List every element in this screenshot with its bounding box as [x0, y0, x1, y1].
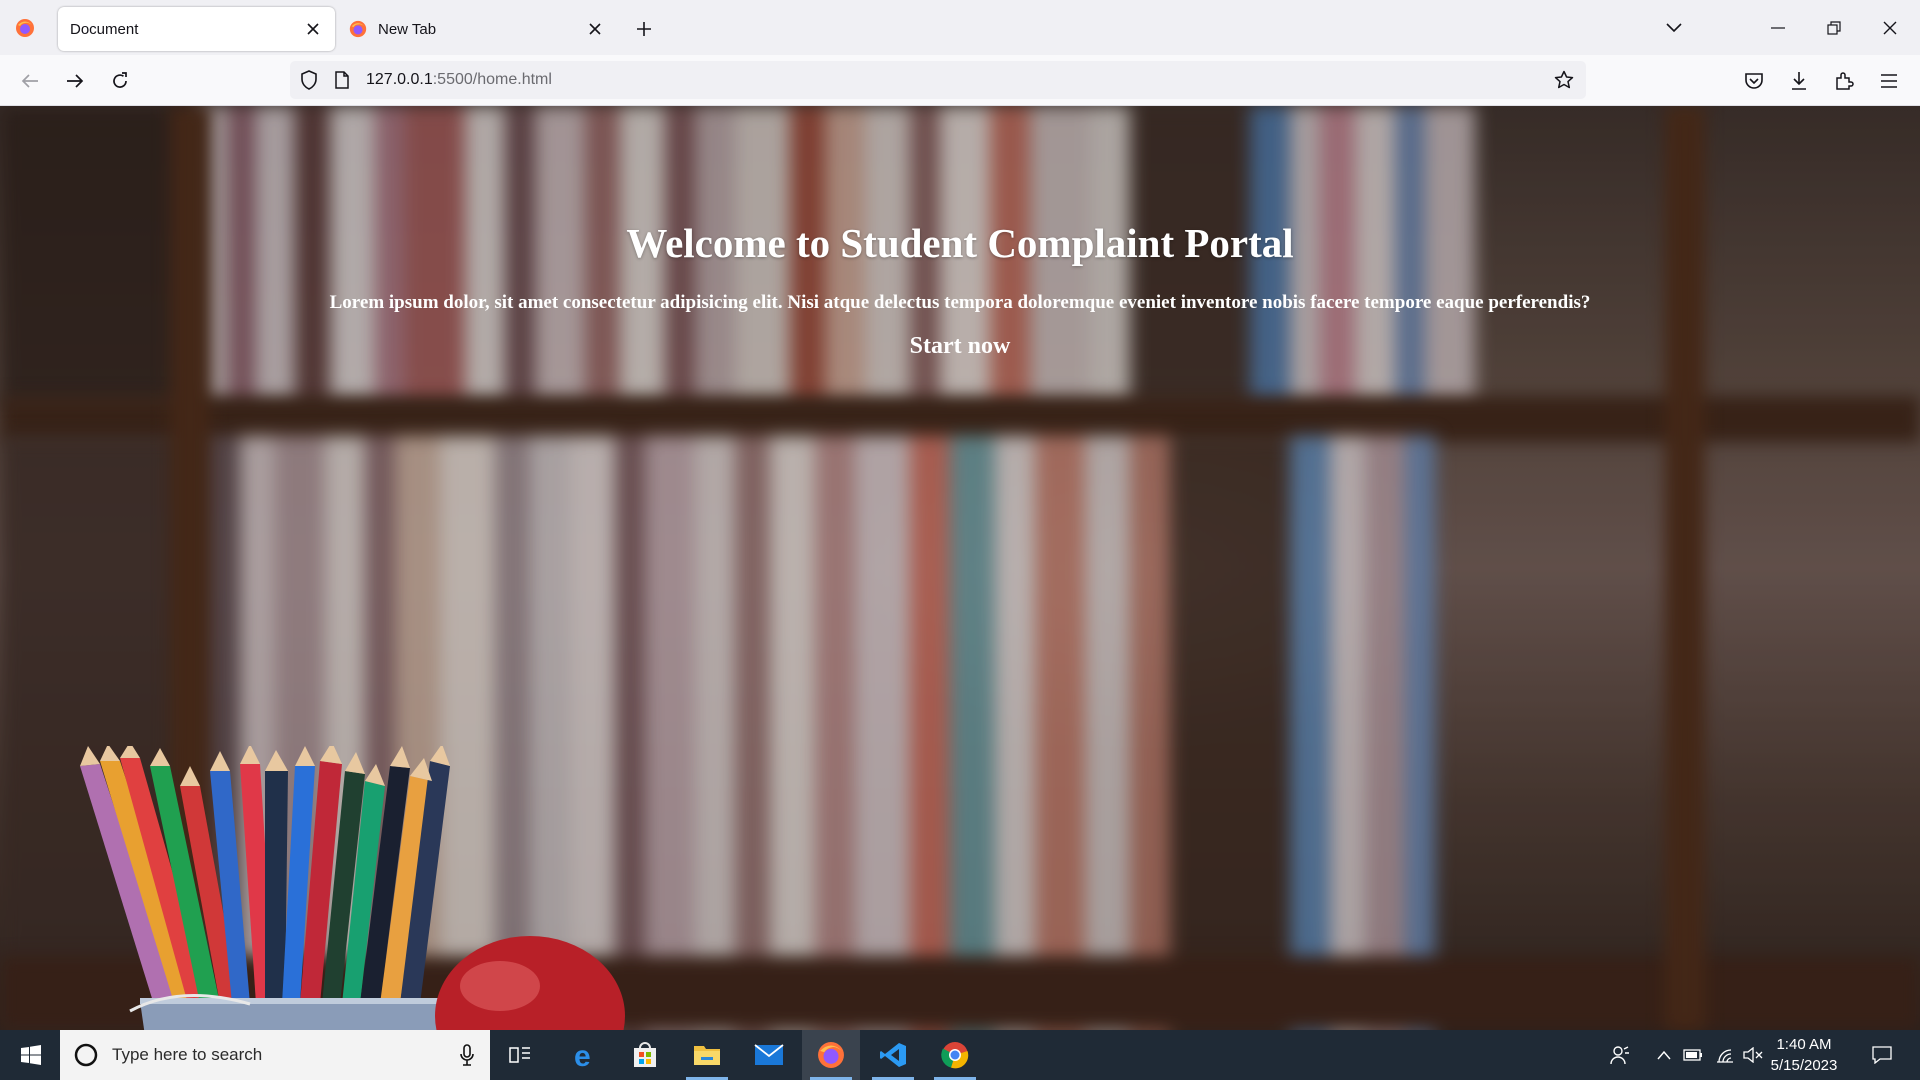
forward-icon[interactable]: [59, 65, 91, 97]
firefox-view-icon[interactable]: [14, 17, 36, 39]
cortana-icon: [74, 1043, 98, 1067]
page-icon[interactable]: [334, 71, 350, 94]
task-view-icon[interactable]: [491, 1030, 549, 1080]
hero-description: Lorem ipsum dolor, sit amet consectetur …: [329, 292, 1591, 313]
navigation-toolbar: 127.0.0.1:5500/home.html: [0, 55, 1920, 106]
microphone-icon[interactable]: [460, 1044, 474, 1066]
reload-icon[interactable]: [104, 65, 136, 97]
shield-icon[interactable]: [300, 70, 318, 95]
vscode-icon[interactable]: [864, 1030, 922, 1080]
wifi-icon[interactable]: [1712, 1030, 1738, 1080]
battery-icon[interactable]: [1680, 1030, 1706, 1080]
app-menu-icon[interactable]: [1873, 65, 1905, 97]
file-explorer-icon[interactable]: [678, 1030, 736, 1080]
start-menu-icon[interactable]: [2, 1030, 60, 1080]
minimize-icon[interactable]: [1762, 12, 1794, 44]
show-hidden-icons-icon[interactable]: [1652, 1030, 1676, 1080]
restore-icon[interactable]: [1818, 12, 1850, 44]
close-window-icon[interactable]: [1874, 12, 1906, 44]
mail-icon[interactable]: [740, 1030, 798, 1080]
windows-taskbar: Type here to search e 1:40 AM 5/15/2023: [0, 1030, 1920, 1080]
pocket-icon[interactable]: [1738, 65, 1770, 97]
action-center-icon[interactable]: [1864, 1030, 1900, 1080]
svg-text:e: e: [574, 1041, 591, 1069]
chrome-icon[interactable]: [926, 1030, 984, 1080]
address-bar[interactable]: 127.0.0.1:5500/home.html: [290, 61, 1586, 99]
start-now-link[interactable]: Start now: [890, 333, 1030, 360]
tab-strip: Document New Tab: [0, 0, 1920, 55]
new-tab-button[interactable]: [630, 15, 658, 43]
microsoft-store-icon[interactable]: [616, 1030, 674, 1080]
close-tab-icon[interactable]: [583, 17, 607, 41]
page-title: Welcome to Student Complaint Portal: [626, 220, 1294, 266]
people-icon[interactable]: [1606, 1030, 1634, 1080]
url-text: 127.0.0.1:5500/home.html: [366, 71, 552, 88]
bookmark-star-icon[interactable]: [1554, 70, 1574, 95]
close-tab-icon[interactable]: [301, 17, 325, 41]
extensions-icon[interactable]: [1828, 65, 1860, 97]
pencil-cup-image: [80, 746, 625, 1030]
system-clock[interactable]: 1:40 AM 5/15/2023: [1760, 1034, 1848, 1076]
downloads-icon[interactable]: [1783, 65, 1815, 97]
edge-icon[interactable]: e: [556, 1030, 614, 1080]
tab-document[interactable]: Document: [58, 7, 335, 51]
list-all-tabs-icon[interactable]: [1658, 12, 1690, 44]
tab-title: Document: [70, 20, 139, 38]
taskbar-search[interactable]: Type here to search: [60, 1030, 490, 1080]
page-viewport: Welcome to Student Complaint Portal Lore…: [0, 106, 1920, 1030]
firefox-taskbar-icon[interactable]: [802, 1030, 860, 1080]
firefox-favicon-icon: [348, 19, 368, 39]
clock-time: 1:40 AM: [1776, 1036, 1832, 1053]
tab-title: New Tab: [378, 20, 437, 38]
back-icon[interactable]: [14, 65, 46, 97]
search-placeholder: Type here to search: [112, 1045, 263, 1064]
clock-date: 5/15/2023: [1770, 1057, 1838, 1074]
tab-new-tab[interactable]: New Tab: [340, 7, 617, 51]
